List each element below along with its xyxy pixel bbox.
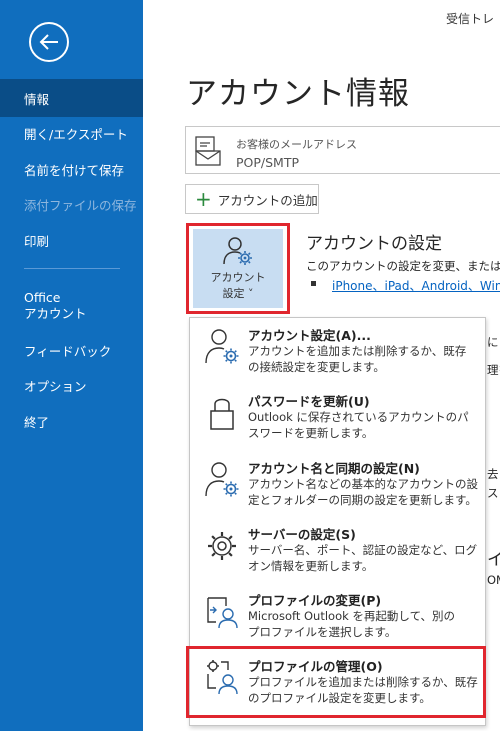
email-address-label: お客様のメールアドレス [236, 138, 357, 151]
mobile-setup-link[interactable]: iPhone、iPad、Android、Wind [332, 277, 500, 294]
sidebar-item-info[interactable]: 情報 [0, 79, 143, 117]
bullet [311, 281, 316, 286]
background-text-fragment: 理を [487, 363, 500, 377]
sidebar-item-save-as[interactable]: 名前を付けて保存 [0, 150, 143, 188]
sidebar-item-label: 名前を付けて保存 [24, 162, 125, 178]
account-settings-label: アカウント [210, 271, 266, 284]
menu-item-update-password[interactable]: パスワードを更新(U) Outlook に保存されているアカウントのパ スワード… [190, 391, 485, 451]
account-settings-description: このアカウントの設定を変更、または追加 [306, 259, 500, 273]
menu-item-description: Outlook に保存されているアカウントのパ [248, 410, 469, 424]
profile-switch-icon [207, 597, 238, 629]
sidebar-divider [24, 268, 120, 269]
account-settings-heading: アカウントの設定 [306, 234, 442, 254]
sidebar-item-open-export[interactable]: 開く/エクスポート [0, 114, 143, 152]
account-gear-icon [205, 462, 239, 497]
sidebar-item-label: Office [24, 290, 61, 305]
sidebar-item-options[interactable]: オプション [0, 366, 143, 404]
add-account-label: アカウントの追加 [217, 192, 318, 208]
background-text-fragment: 去 [487, 467, 499, 481]
sidebar-item-print[interactable]: 印刷 [0, 221, 143, 259]
sidebar-item-label: 終了 [24, 414, 50, 430]
gear-icon [208, 532, 236, 560]
menu-item-title: アカウント設定(A)... [248, 328, 371, 343]
sidebar-item-office-account[interactable]: Office アカウント [0, 286, 143, 326]
manage-profiles-highlight [186, 646, 486, 718]
menu-item-change-profile[interactable]: プロファイルの変更(P) Microsoft Outlook を再起動して、別の… [190, 590, 485, 650]
sidebar-item-exit[interactable]: 終了 [0, 402, 143, 440]
sidebar-item-label: 開く/エクスポート [24, 126, 128, 142]
account-selector[interactable]: お客様のメールアドレス POP/SMTP [185, 126, 500, 174]
background-text-fragment: に [487, 335, 499, 349]
account-settings-button[interactable]: アカウント 設定 ˅ [193, 229, 283, 308]
sidebar: 情報 開く/エクスポート 名前を付けて保存 添付ファイルの保存 印刷 Offic… [0, 0, 143, 731]
menu-item-title: パスワードを更新(U) [248, 394, 370, 409]
menu-item-title: アカウント名と同期の設定(N) [248, 461, 420, 476]
menu-item-description: アカウントを追加または削除するか、既存 [248, 344, 467, 358]
sidebar-item-label: フィードバック [24, 343, 112, 359]
menu-item-description: の接続設定を変更します。 [248, 360, 385, 374]
page-title: アカウント情報 [186, 76, 410, 112]
sidebar-item-label: アカウント [24, 306, 87, 321]
account-gear-icon [205, 329, 239, 364]
plus-icon: + [195, 187, 212, 211]
menu-item-description: プロファイルを選択します。 [248, 625, 397, 639]
mail-account-icon [195, 136, 221, 166]
account-type: POP/SMTP [236, 155, 300, 170]
menu-item-description: サーバー名、ポート、認証の設定など、ログ [248, 543, 478, 557]
menu-item-title: プロファイルの変更(P) [248, 593, 382, 608]
back-button[interactable] [29, 22, 69, 62]
menu-item-description: スワードを更新します。 [248, 426, 374, 440]
menu-item-title: サーバーの設定(S) [248, 527, 356, 542]
menu-item-server-settings[interactable]: サーバーの設定(S) サーバー名、ポート、認証の設定など、ログ オン情報を更新し… [190, 524, 485, 584]
add-account-button[interactable]: + アカウントの追加 [185, 184, 319, 214]
sidebar-item-feedback[interactable]: フィードバック [0, 331, 143, 369]
menu-item-description: 定とフォルダーの同期の設定を更新します。 [248, 493, 477, 507]
background-text-fragment: イ [487, 550, 500, 570]
menu-item-description: アカウント名などの基本的なアカウントの設 [248, 477, 478, 491]
menu-item-account-name-sync[interactable]: アカウント名と同期の設定(N) アカウント名などの基本的なアカウントの設 定とフ… [190, 458, 485, 518]
sidebar-item-label: 添付ファイルの保存 [24, 197, 137, 213]
background-text-fragment: OM [487, 573, 500, 587]
sidebar-item-label: オプション [24, 378, 87, 394]
menu-item-description: オン情報を更新します。 [248, 559, 374, 573]
sidebar-item-label: 印刷 [24, 233, 50, 249]
sidebar-item-label: 情報 [24, 91, 50, 107]
lock-icon [210, 398, 234, 430]
background-text-fragment: ス [487, 486, 499, 500]
sidebar-item-save-attachments: 添付ファイルの保存 [0, 185, 143, 223]
back-arrow-icon [39, 34, 58, 50]
inbox-title-fragment: 受信トレ [445, 12, 494, 26]
menu-item-description: Microsoft Outlook を再起動して、別の [248, 609, 455, 623]
account-gear-icon [223, 237, 252, 265]
account-settings-label-2: 設定 ˅ [222, 287, 254, 300]
menu-item-account-settings[interactable]: アカウント設定(A)... アカウントを追加または削除するか、既存 の接続設定を… [190, 325, 485, 385]
